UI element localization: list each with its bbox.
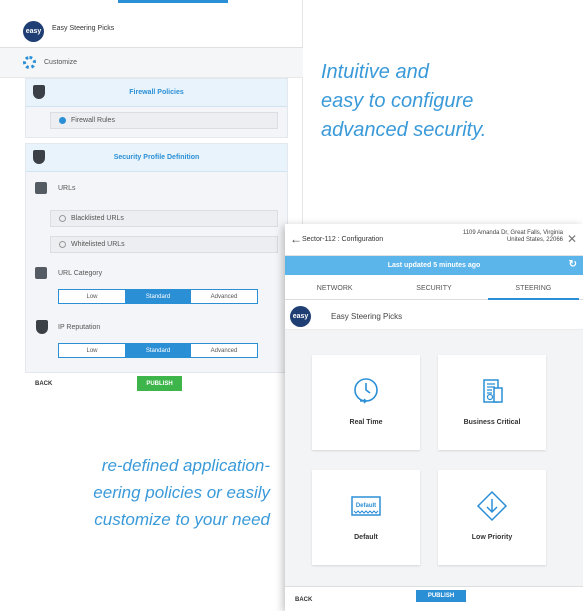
- down-arrow-diamond-icon: [476, 490, 508, 522]
- marketing-composite: easy Easy Steering Picks Customize Firew…: [0, 0, 583, 611]
- url-category-advanced[interactable]: Advanced: [191, 290, 257, 303]
- shield-icon: [33, 150, 45, 164]
- config-footer: BACK PUBLISH: [285, 586, 583, 611]
- publish-button[interactable]: PUBLISH: [416, 590, 466, 602]
- ip-reputation-standard[interactable]: Standard: [125, 344, 191, 357]
- panel-header: easy Easy Steering Picks: [0, 14, 303, 48]
- customize-row[interactable]: Customize: [0, 48, 303, 78]
- close-icon[interactable]: ✕: [567, 232, 577, 246]
- firewall-section: Firewall Policies Firewall Rules: [25, 78, 288, 138]
- default-badge-icon: Default: [350, 490, 382, 522]
- ip-reputation-low[interactable]: Low: [59, 344, 125, 357]
- security-profile-section: Security Profile Definition URLs Blackli…: [25, 143, 288, 373]
- firewall-rules-row[interactable]: Firewall Rules: [50, 112, 278, 129]
- shield-icon: [36, 320, 48, 334]
- firewall-rules-label: Firewall Rules: [71, 117, 115, 124]
- active-tab-indicator: [118, 0, 228, 3]
- tab-network[interactable]: NETWORK: [285, 280, 384, 299]
- easy-logo: easy: [290, 306, 311, 327]
- panel-title: Easy Steering Picks: [52, 25, 115, 32]
- address-line-2: United States, 22066: [506, 237, 563, 243]
- last-updated-banner: Last updated 5 minutes ago ↻: [285, 256, 583, 275]
- card-label: Default: [354, 534, 378, 541]
- url-category-standard[interactable]: Standard: [125, 290, 191, 303]
- customize-label: Customize: [44, 59, 78, 66]
- card-default[interactable]: Default Default: [312, 470, 420, 565]
- gear-icon: [23, 56, 36, 69]
- url-category-selector[interactable]: Low Standard Advanced: [58, 289, 258, 304]
- clock-icon: [350, 375, 382, 407]
- card-label: Real Time: [349, 419, 383, 426]
- whitelisted-urls-row[interactable]: Whitelisted URLs: [50, 236, 278, 253]
- panel-footer: BACK PUBLISH N: [0, 373, 303, 395]
- steering-options: Real Time Business Critical Default Defa…: [285, 330, 583, 586]
- building-icon: [476, 375, 508, 407]
- ip-reputation-selector[interactable]: Low Standard Advanced: [58, 343, 258, 358]
- back-button[interactable]: BACK: [295, 597, 312, 603]
- picks-title: Easy Steering Picks: [331, 312, 403, 321]
- address: 1109 Amanda Dr, Great Falls, Virginia Un…: [425, 230, 563, 244]
- info-icon: [59, 117, 66, 124]
- refresh-icon[interactable]: ↻: [569, 259, 577, 270]
- urls-heading: URLs: [58, 185, 76, 192]
- shield-icon: [33, 85, 45, 99]
- easy-picks-bar: easy Easy Steering Picks: [285, 302, 583, 330]
- circle-icon: [59, 241, 66, 248]
- ip-reputation-advanced[interactable]: Advanced: [191, 344, 257, 357]
- url-category-low[interactable]: Low: [59, 290, 125, 303]
- config-tabs: NETWORK SECURITY STEERING: [285, 280, 583, 300]
- card-business-critical[interactable]: Business Critical: [438, 355, 546, 450]
- back-arrow-icon[interactable]: ←: [290, 232, 302, 246]
- blacklisted-urls-label: Blacklisted URLs: [71, 215, 124, 222]
- blacklisted-urls-row[interactable]: Blacklisted URLs: [50, 210, 278, 227]
- url-icon: [35, 182, 47, 194]
- card-label: Business Critical: [463, 419, 521, 426]
- firewall-title: Firewall Policies: [129, 89, 184, 96]
- tab-security[interactable]: SECURITY: [384, 280, 483, 299]
- security-profile-header[interactable]: Security Profile Definition: [26, 144, 287, 172]
- back-button[interactable]: BACK: [35, 381, 52, 387]
- circle-icon: [59, 215, 66, 222]
- address-line-1: 1109 Amanda Dr, Great Falls, Virginia: [462, 230, 563, 236]
- card-real-time[interactable]: Real Time: [312, 355, 420, 450]
- easy-logo: easy: [23, 21, 44, 42]
- last-updated-text: Last updated 5 minutes ago: [387, 262, 481, 269]
- firewall-section-header[interactable]: Firewall Policies: [26, 79, 287, 107]
- configuration-panel: ← Sector-112 : Configuration 1109 Amanda…: [285, 224, 583, 611]
- config-header: ← Sector-112 : Configuration 1109 Amanda…: [285, 224, 583, 256]
- sector-title: Sector-112 : Configuration: [302, 236, 384, 243]
- tab-steering[interactable]: STEERING: [484, 280, 583, 300]
- card-label: Low Priority: [471, 534, 513, 541]
- card-low-priority[interactable]: Low Priority: [438, 470, 546, 565]
- security-profile-title: Security Profile Definition: [113, 154, 200, 161]
- publish-button[interactable]: PUBLISH: [137, 376, 182, 391]
- whitelisted-urls-label: Whitelisted URLs: [71, 241, 125, 248]
- url-category-heading: URL Category: [58, 270, 103, 277]
- default-badge-text: Default: [356, 503, 376, 509]
- ip-reputation-heading: IP Reputation: [58, 324, 101, 331]
- category-icon: [35, 267, 47, 279]
- tagline: Intuitive and easy to configure advanced…: [321, 61, 487, 141]
- caption: re-defined application- eering policies …: [93, 456, 270, 529]
